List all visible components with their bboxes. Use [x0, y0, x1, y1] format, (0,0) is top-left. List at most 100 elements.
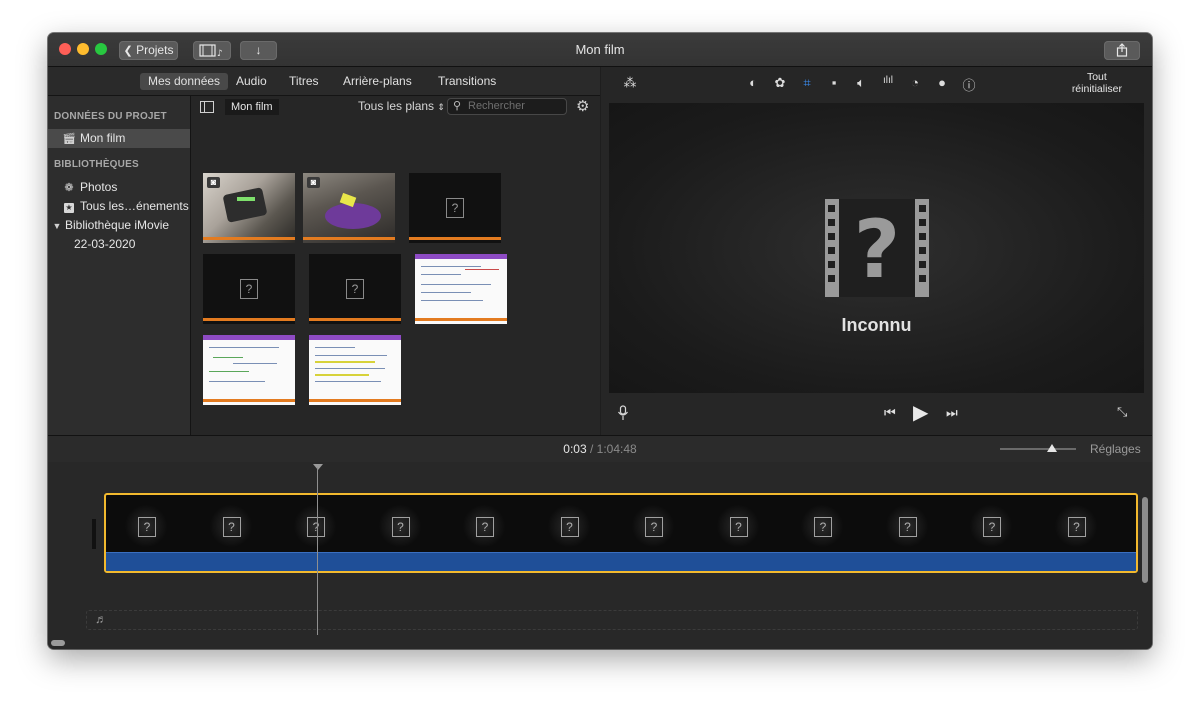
- unknown-frame-icon: ?: [222, 517, 241, 537]
- magic-wand-icon[interactable]: ⁂: [621, 75, 639, 91]
- unknown-frame-icon: ?: [983, 517, 1001, 537]
- project-data-header: DONNÉES DU PROJET: [54, 111, 167, 122]
- unknown-clip-icon: ?: [346, 279, 364, 299]
- current-time: 0:03: [563, 442, 587, 456]
- volume-icon[interactable]: 🔈︎: [852, 75, 870, 91]
- camera-icon: ◙: [207, 177, 220, 188]
- crop-icon[interactable]: ⌗: [798, 75, 816, 91]
- fullscreen-expand-icon[interactable]: ⤡: [1117, 404, 1127, 420]
- unknown-clip-icon: ?: [446, 198, 464, 218]
- clapperboard-icon: 🎬︎: [62, 133, 76, 145]
- tab-audio[interactable]: Audio: [228, 73, 275, 90]
- total-time: 1:04:48: [596, 442, 637, 456]
- playhead[interactable]: [317, 467, 318, 635]
- zoom-slider[interactable]: [1000, 444, 1076, 452]
- gear-icon[interactable]: ⚙: [576, 97, 589, 115]
- clip-grid: ◙ ◙ ? ? ?: [191, 119, 600, 435]
- clip-thumbnail[interactable]: [309, 335, 401, 405]
- color-palette-icon[interactable]: ✿: [771, 75, 789, 91]
- unknown-frame-icon: ?: [391, 517, 410, 537]
- filters-icon[interactable]: ●: [933, 75, 951, 90]
- timeline-clip-selected[interactable]: ????????????: [104, 493, 1138, 573]
- unknown-clip-label: Inconnu: [841, 315, 912, 335]
- microphone-icon[interactable]: [617, 405, 629, 421]
- playback-controls: ⏮ ▶ ⏭ ⤡: [601, 397, 1152, 429]
- unknown-film-icon: ?: [825, 199, 929, 297]
- sidebar-toggle-icon[interactable]: [200, 101, 214, 113]
- unknown-frame-icon: ?: [307, 517, 325, 537]
- content-toolbar: Mon film Tous les plans ⇕ ⚲ Rechercher ⚙: [191, 96, 600, 118]
- play-icon[interactable]: ▶: [913, 400, 928, 425]
- clip-thumbnail[interactable]: ◙: [303, 173, 395, 243]
- window-title: Mon film: [575, 42, 625, 57]
- clip-thumbnail[interactable]: ◙: [203, 173, 295, 243]
- zoom-slider-knob[interactable]: [1046, 444, 1057, 452]
- document-preview: [203, 335, 295, 405]
- vertical-scrollbar[interactable]: [1142, 497, 1148, 583]
- sidebar-item-all-events[interactable]: ★ Tous les…énements: [48, 197, 190, 216]
- timeline-header: 0:03 / 1:04:48 Réglages: [48, 435, 1152, 463]
- share-icon: [1116, 43, 1128, 57]
- sidebar-item-label: Tous les…énements: [80, 199, 189, 213]
- disclosure-triangle-icon[interactable]: ▼: [50, 217, 64, 236]
- equalizer-icon[interactable]: ılıl: [879, 75, 897, 86]
- music-note-icon: ♬: [95, 612, 107, 626]
- tab-transitions[interactable]: Transitions: [430, 73, 504, 90]
- clip-thumbnail[interactable]: ?: [409, 173, 501, 243]
- clip-thumbnail[interactable]: [203, 335, 295, 405]
- camera-icon: ◙: [307, 177, 320, 188]
- time-separator: /: [589, 442, 594, 456]
- flower-icon: ❁: [64, 182, 74, 194]
- unknown-frame-icon: ?: [476, 517, 494, 537]
- updown-chevron-icon: ⇕: [437, 102, 445, 112]
- skip-forward-icon[interactable]: ⏭: [946, 405, 958, 421]
- audio-waveform-track[interactable]: [106, 552, 1136, 571]
- sidebar-item-imovie-library[interactable]: ▼ Bibliothèque iMovie: [48, 216, 190, 235]
- unknown-frame-icon: ?: [814, 517, 832, 537]
- sidebar-item-label: Bibliothèque iMovie: [65, 218, 170, 232]
- speed-gauge-icon[interactable]: ◔: [906, 75, 924, 90]
- timeline-settings-button[interactable]: Réglages: [1090, 442, 1141, 456]
- video-preview: ? Inconnu: [609, 103, 1144, 393]
- search-icon: ⚲: [453, 100, 462, 112]
- media-browser: Mes données Audio Titres Arrière-plans T…: [48, 67, 600, 435]
- tab-titres[interactable]: Titres: [281, 73, 327, 90]
- sidebar-item-event-date[interactable]: 22-03-2020: [48, 235, 190, 254]
- info-icon[interactable]: ⓘ: [960, 75, 978, 94]
- share-button[interactable]: [1104, 41, 1140, 60]
- libraries-header: BIBLIOTHÈQUES: [54, 159, 139, 170]
- unknown-frame-icon: ?: [645, 517, 663, 537]
- music-lane[interactable]: ♬: [86, 610, 1138, 630]
- playhead-marker[interactable]: [313, 464, 323, 470]
- svg-text:?: ?: [854, 203, 900, 296]
- horizontal-scrollbar[interactable]: [51, 640, 65, 646]
- clip-thumbnail[interactable]: ?: [309, 254, 401, 324]
- adjustments-toolbar: ⁂ ◐ ✿ ⌗ ▪ 🔈︎ ılıl ◔ ● ⓘ Tout réinitialis…: [601, 67, 1152, 101]
- sidebar-item-label: Mon film: [80, 131, 126, 145]
- document-preview: [309, 335, 401, 405]
- stabilization-camera-icon[interactable]: ▪: [825, 75, 843, 90]
- unknown-frame-icon: ?: [560, 517, 579, 537]
- event-title: Mon film: [225, 99, 279, 115]
- timeline-start-marker: [92, 519, 96, 549]
- tab-arriere-plans[interactable]: Arrière-plans: [335, 73, 420, 90]
- libraries-sidebar: DONNÉES DU PROJET 🎬︎ Mon film BIBLIOTHÈQU…: [48, 96, 191, 435]
- search-field[interactable]: ⚲ Rechercher: [447, 98, 567, 115]
- unknown-frame-icon: ?: [729, 517, 748, 537]
- clip-thumbnail[interactable]: [415, 254, 507, 324]
- color-balance-icon[interactable]: ◐: [744, 75, 762, 90]
- tab-mes-donnees[interactable]: Mes données: [140, 73, 229, 90]
- reset-all-label-line1: Tout: [1086, 71, 1107, 83]
- clip-thumbnail[interactable]: ?: [203, 254, 295, 324]
- star-icon: ★: [64, 203, 74, 213]
- sidebar-item-label: Photos: [80, 180, 118, 194]
- viewer-pane: ⁂ ◐ ✿ ⌗ ▪ 🔈︎ ılıl ◔ ● ⓘ Tout réinitialis…: [601, 67, 1152, 435]
- unknown-frame-icon: ?: [138, 517, 156, 537]
- sidebar-item-photos[interactable]: ❁ Photos: [48, 178, 190, 197]
- clip-filter-select[interactable]: Tous les plans ⇕: [358, 99, 445, 113]
- sidebar-item-mon-film[interactable]: 🎬︎ Mon film: [48, 129, 190, 148]
- clip-filter-label: Tous les plans: [358, 99, 435, 113]
- unknown-frame-icon: ?: [898, 517, 917, 537]
- reset-all-button[interactable]: Tout réinitialiser: [1072, 71, 1122, 95]
- skip-back-icon[interactable]: ⏮: [884, 405, 896, 421]
